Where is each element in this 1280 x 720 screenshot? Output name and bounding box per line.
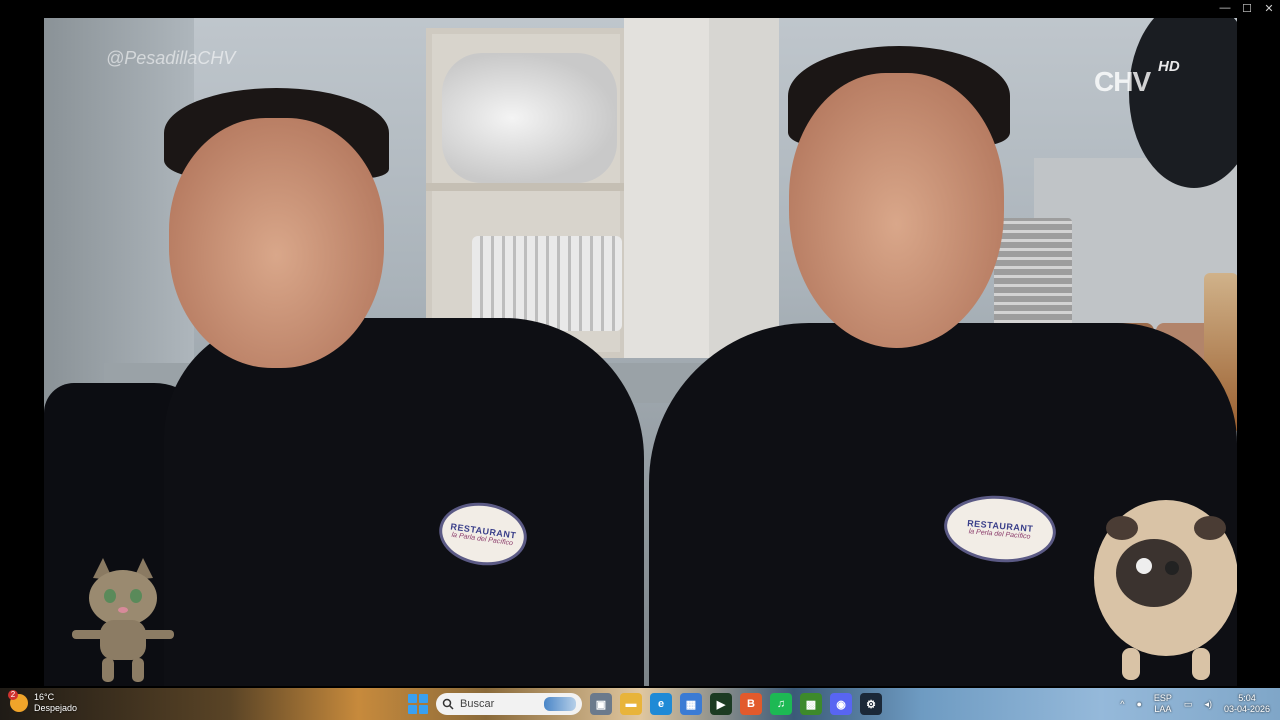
system-tray: ^ ● ESP LAA ▭ ◂) 5:04 03-04-2026 (1120, 688, 1270, 720)
language-indicator[interactable]: ESP LAA (1154, 693, 1172, 715)
display-icon[interactable]: ▭ (1184, 699, 1193, 710)
steam-icon[interactable]: ⚙ (860, 693, 882, 715)
brave-icon[interactable]: B (740, 693, 762, 715)
media-player-window: — ☐ ✕ RESTAURANT la Parla del Pacífico R… (0, 0, 1280, 720)
minimize-button[interactable]: — (1214, 0, 1236, 16)
video-frame[interactable]: RESTAURANT la Parla del Pacífico RESTAUR… (44, 18, 1237, 686)
white-basket (472, 236, 622, 331)
taskbar-apps: Buscar ▣ ▬ e ▦ ▶ B ♫ ▩ ◉ ⚙ (408, 688, 882, 720)
windows-logo-icon (408, 694, 417, 703)
volume-icon[interactable]: ◂) (1204, 699, 1212, 710)
chevron-up-icon[interactable]: ^ (1120, 699, 1124, 709)
hd-badge: HD (1158, 58, 1180, 75)
clock-time: 5:04 (1238, 693, 1256, 703)
person-left-head (169, 118, 384, 368)
weather-widget[interactable]: 2 16°C Despejado (8, 690, 77, 714)
pug-sticker-icon (1094, 500, 1237, 680)
search-highlight-icon (544, 697, 576, 711)
shelf-divider (426, 183, 626, 191)
edge-icon[interactable]: e (650, 693, 672, 715)
grater (994, 218, 1072, 338)
close-button[interactable]: ✕ (1258, 0, 1280, 16)
taskbar: 2 16°C Despejado Buscar ▣ ▬ e ▦ ▶ B ♫ ▩ … (0, 688, 1280, 720)
clock-date: 03-04-2026 (1223, 704, 1270, 714)
channel-watermark: @PesadillaCHV (106, 48, 236, 68)
person-right-head (789, 73, 1004, 348)
maximize-button[interactable]: ☐ (1236, 0, 1258, 16)
spotify-icon[interactable]: ♫ (770, 693, 792, 715)
weather-condition: Despejado (34, 703, 78, 713)
weather-icon: 2 (8, 690, 28, 712)
minecraft-icon[interactable]: ▩ (800, 693, 822, 715)
discord-icon[interactable]: ◉ (830, 693, 852, 715)
file-explorer-icon[interactable]: ▬ (620, 693, 642, 715)
cat-sticker-icon (72, 558, 174, 682)
language-code: ESP (1153, 693, 1172, 703)
person-left-shirt (164, 318, 644, 686)
store-icon[interactable]: ▦ (680, 693, 702, 715)
keyboard-layout: LAA (1154, 704, 1172, 714)
weather-text: 16°C Despejado (34, 692, 77, 714)
windows-logo-icon (419, 694, 428, 703)
channel-logo: CHV (1094, 66, 1151, 97)
window-controls: — ☐ ✕ (1214, 0, 1280, 16)
app-tray-icon[interactable]: ● (1136, 699, 1141, 709)
windows-logo-icon (419, 705, 428, 714)
weather-temp: 16°C (34, 692, 55, 702)
search-box[interactable]: Buscar (436, 693, 582, 715)
pinned-apps: ▣ ▬ e ▦ ▶ B ♫ ▩ ◉ ⚙ (590, 693, 882, 715)
white-bags (442, 53, 617, 183)
task-view-icon[interactable]: ▣ (590, 693, 612, 715)
search-icon (442, 698, 454, 710)
notification-badge: 2 (8, 690, 18, 700)
media-app-icon[interactable]: ▶ (710, 693, 732, 715)
start-button[interactable] (408, 694, 428, 714)
windows-logo-icon (408, 705, 417, 714)
clock[interactable]: 5:04 03-04-2026 (1224, 693, 1270, 715)
search-input[interactable]: Buscar (460, 698, 538, 710)
